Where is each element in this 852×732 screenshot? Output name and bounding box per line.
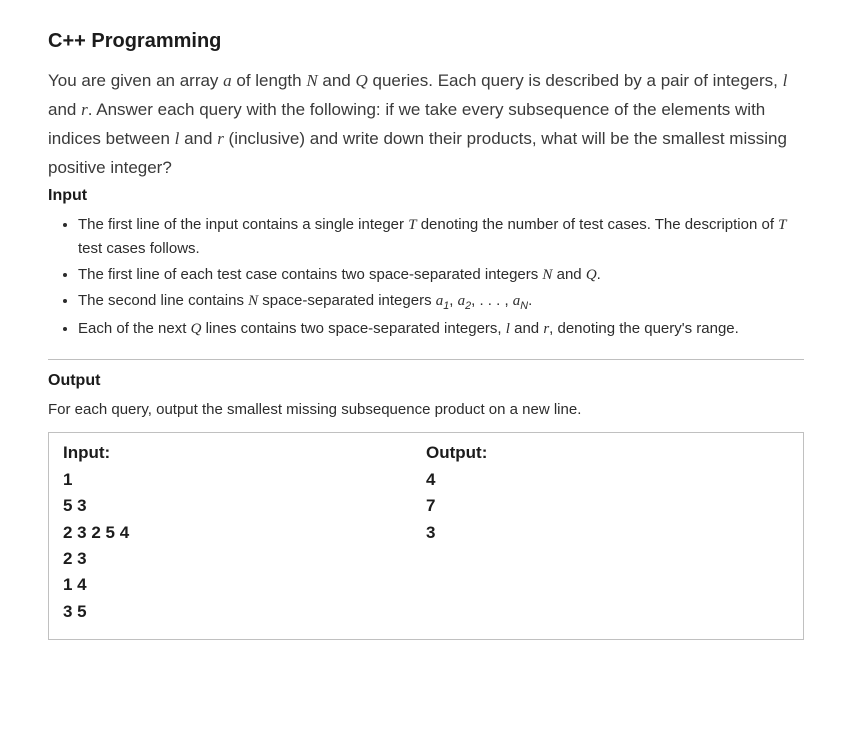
example-input-col: Input: 1 5 3 2 3 2 5 4 2 3 1 4 3 5 bbox=[63, 443, 426, 625]
li-text: , . . . , bbox=[471, 292, 513, 309]
example-output-label: Output: bbox=[426, 443, 789, 463]
desc-text: and bbox=[179, 129, 217, 148]
var-a: a bbox=[223, 71, 232, 90]
desc-text: and bbox=[48, 100, 81, 119]
example-input-lines: 1 5 3 2 3 2 5 4 2 3 1 4 3 5 bbox=[63, 467, 426, 625]
desc-text: of length bbox=[232, 71, 307, 90]
output-description: For each query, output the smallest miss… bbox=[48, 398, 804, 422]
li-text: . bbox=[597, 266, 601, 283]
var-n: N bbox=[306, 71, 317, 90]
example-container: Input: 1 5 3 2 3 2 5 4 2 3 1 4 3 5 Outpu… bbox=[48, 432, 804, 640]
li-text: . bbox=[528, 292, 532, 309]
li-text: Each of the next bbox=[78, 320, 191, 337]
list-item: The second line contains N space-separat… bbox=[78, 289, 804, 315]
li-text: test cases follows. bbox=[78, 240, 200, 257]
example-output-lines: 4 7 3 bbox=[426, 467, 789, 546]
var-t: T bbox=[778, 217, 786, 233]
var-q: Q bbox=[191, 321, 202, 337]
desc-text: and bbox=[318, 71, 356, 90]
example-output-col: Output: 4 7 3 bbox=[426, 443, 789, 625]
var-r: r bbox=[217, 129, 224, 148]
subscript: N bbox=[520, 300, 528, 312]
var-q: Q bbox=[586, 267, 597, 283]
input-spec-list: The first line of the input contains a s… bbox=[48, 213, 804, 341]
var-l: l bbox=[783, 71, 788, 90]
var-r: r bbox=[81, 100, 88, 119]
li-text: lines contains two space-separated integ… bbox=[201, 320, 505, 337]
li-text: The first line of each test case contain… bbox=[78, 266, 542, 283]
list-item: The first line of each test case contain… bbox=[78, 263, 804, 287]
list-item: The first line of the input contains a s… bbox=[78, 213, 804, 261]
li-text: The first line of the input contains a s… bbox=[78, 216, 408, 233]
list-item: Each of the next Q lines contains two sp… bbox=[78, 317, 804, 341]
desc-text: You are given an array bbox=[48, 71, 223, 90]
li-text: and bbox=[552, 266, 585, 283]
input-heading: Input bbox=[48, 187, 804, 205]
output-heading: Output bbox=[48, 372, 804, 390]
page-title: C++ Programming bbox=[48, 30, 804, 53]
desc-text: queries. Each query is described by a pa… bbox=[368, 71, 783, 90]
var-t: T bbox=[408, 217, 416, 233]
li-text: , bbox=[449, 292, 457, 309]
example-input-label: Input: bbox=[63, 443, 426, 463]
var-n: N bbox=[248, 293, 258, 309]
li-text: and bbox=[510, 320, 543, 337]
li-text: The second line contains bbox=[78, 292, 248, 309]
li-text: space-separated integers bbox=[258, 292, 436, 309]
section-divider bbox=[48, 359, 804, 360]
problem-description: You are given an array a of length N and… bbox=[48, 67, 804, 183]
var-q: Q bbox=[355, 71, 367, 90]
li-text: , denoting the query's range. bbox=[549, 320, 739, 337]
var-n: N bbox=[542, 267, 552, 283]
var-a: a bbox=[458, 293, 466, 309]
li-text: denoting the number of test cases. The d… bbox=[417, 216, 779, 233]
